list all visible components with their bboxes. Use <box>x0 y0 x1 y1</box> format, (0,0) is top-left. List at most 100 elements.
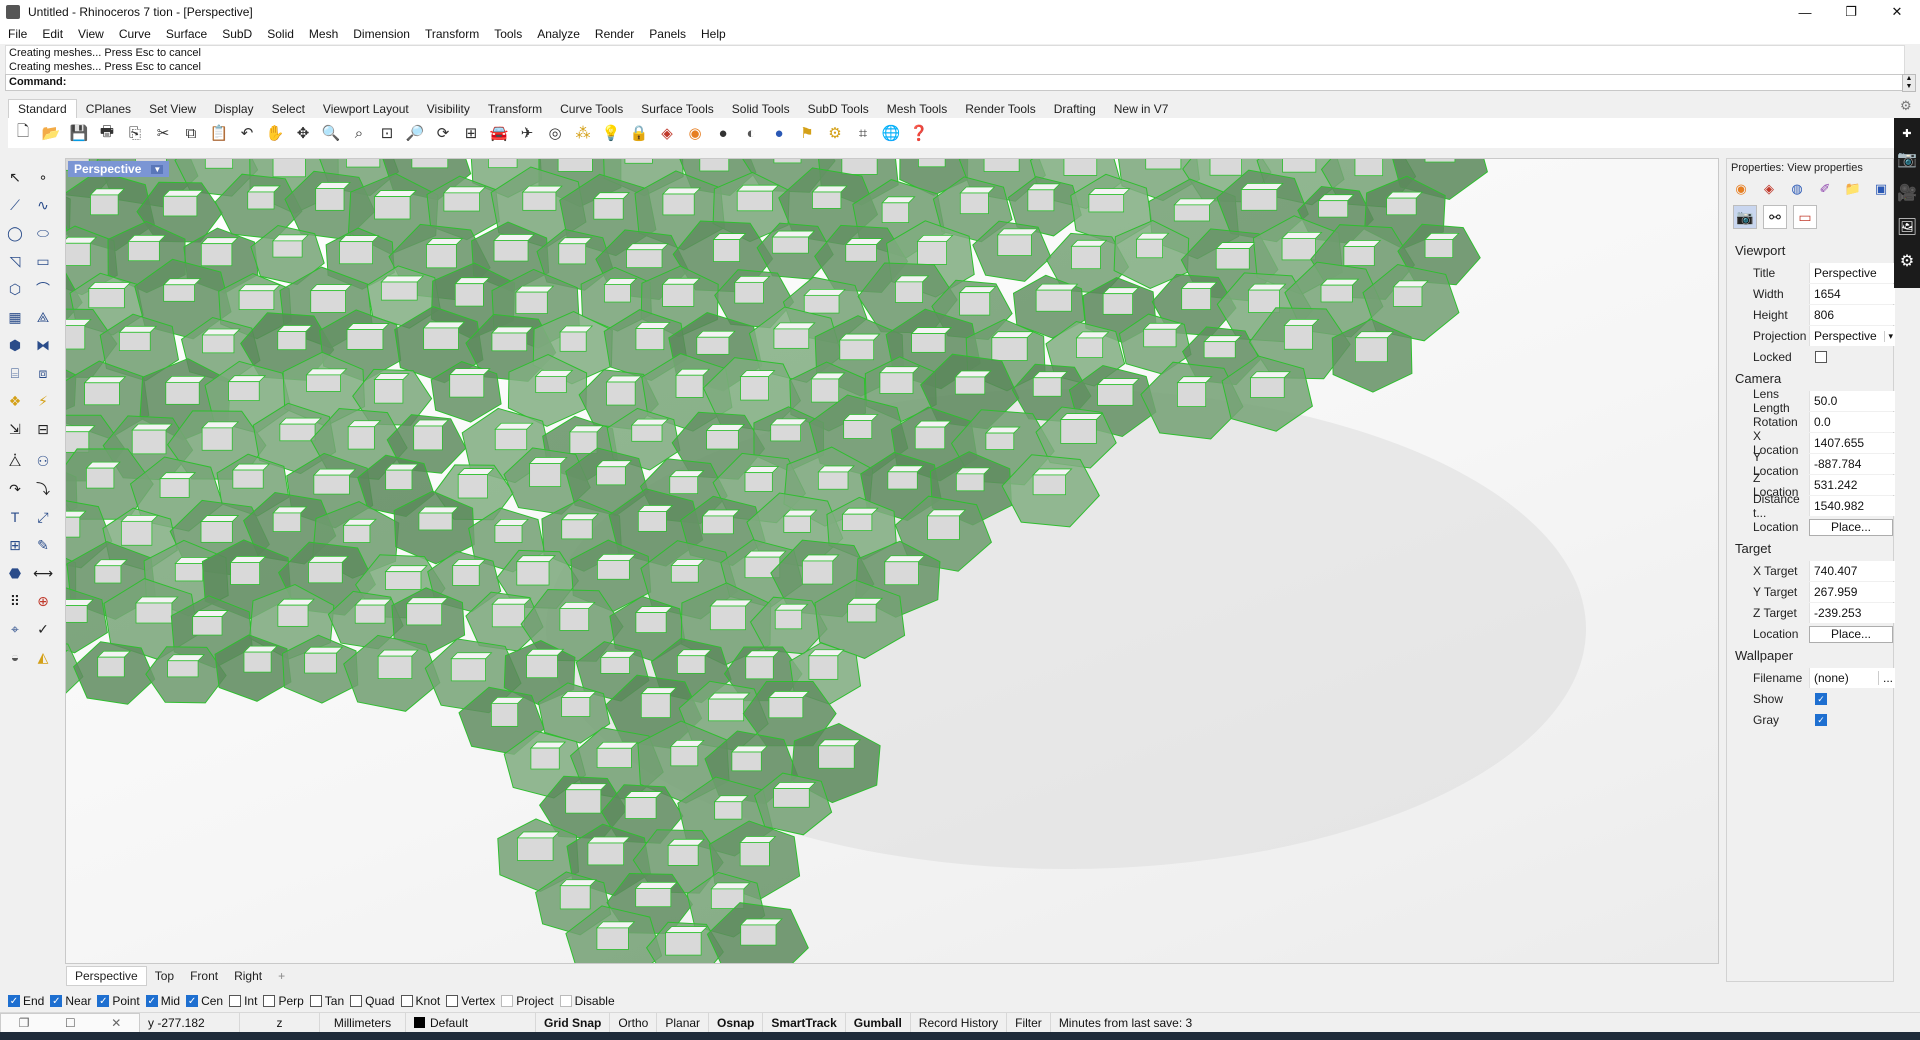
tab-subd-tools[interactable]: SubD Tools <box>799 100 878 118</box>
maximize-icon[interactable]: ☐ <box>65 1016 76 1030</box>
filter-toggle[interactable]: Filter <box>1007 1012 1051 1033</box>
dimension-icon[interactable]: ⟷ <box>32 562 54 584</box>
save-icon[interactable]: 💾 <box>68 122 90 144</box>
help-icon[interactable]: ❓ <box>908 122 930 144</box>
tab-mesh-tools[interactable]: Mesh Tools <box>878 100 956 118</box>
trim-icon[interactable]: ↷ <box>4 478 26 500</box>
tab-render-tools[interactable]: Render Tools <box>956 100 1045 118</box>
group-icon[interactable]: ⚇ <box>32 450 54 472</box>
tab-display[interactable]: Display <box>205 100 262 118</box>
color-wheel-icon[interactable]: ◉ <box>684 122 706 144</box>
planar-toggle[interactable]: Planar <box>657 1012 710 1033</box>
close-icon[interactable]: ✕ <box>111 1016 121 1030</box>
x-target-field[interactable]: 740.407 <box>1809 561 1895 581</box>
osnap-disable[interactable]: Disable <box>559 994 615 1008</box>
curve-icon[interactable]: ∿ <box>32 194 54 216</box>
place-camera-button[interactable]: Place... <box>1809 518 1893 536</box>
grid-snap-toggle[interactable]: Grid Snap <box>536 1012 611 1033</box>
lens-length-field[interactable]: 50.0 <box>1809 391 1895 411</box>
mirror-icon[interactable]: ⧊ <box>4 450 26 472</box>
open-icon[interactable]: 📂 <box>40 122 62 144</box>
array-icon[interactable]: ⊞ <box>4 534 26 556</box>
zoom-extents-icon[interactable]: ⊡ <box>376 122 398 144</box>
four-viewports-icon[interactable]: ⊞ <box>460 122 482 144</box>
maximize-button[interactable]: ❐ <box>1828 0 1874 24</box>
width-field[interactable]: 1654 <box>1809 284 1895 304</box>
osnap-perp[interactable]: Perp <box>263 994 304 1008</box>
environment-icon[interactable]: ◍ <box>1787 179 1807 199</box>
fillet-icon[interactable]: ⌒ <box>32 278 54 300</box>
car-icon[interactable]: 🚘 <box>488 122 510 144</box>
zoom-selected-icon[interactable]: 🔎 <box>404 122 426 144</box>
drape-icon[interactable]: ⚡ <box>32 390 54 412</box>
menu-tools[interactable]: Tools <box>494 27 522 41</box>
vp-tab-add-icon[interactable]: + <box>270 967 293 985</box>
gumball-icon[interactable]: ⊕ <box>32 590 54 612</box>
ellipse-icon[interactable]: ⬭ <box>32 222 54 244</box>
rotate-icon[interactable]: ✥ <box>292 122 314 144</box>
tab-drafting[interactable]: Drafting <box>1045 100 1105 118</box>
zoom-window-icon[interactable]: ⌕ <box>348 122 370 144</box>
folder-icon[interactable]: 📁 <box>1843 179 1863 199</box>
flag-icon[interactable]: ⚑ <box>796 122 818 144</box>
rotation-field[interactable]: 0.0 <box>1809 412 1895 432</box>
mesh-icon[interactable]: ❖ <box>4 390 26 412</box>
menu-transform[interactable]: Transform <box>425 27 479 41</box>
align-icon[interactable]: ⊟ <box>32 418 54 440</box>
globe-icon[interactable]: 🌐 <box>880 122 902 144</box>
gear-icon[interactable]: ⚙ <box>1900 244 1914 278</box>
video-icon[interactable]: 🎥 <box>1897 176 1917 210</box>
render-icon[interactable]: ◒ <box>4 646 26 668</box>
title-field[interactable]: Perspective <box>1809 263 1895 283</box>
circle-icon[interactable]: ◯ <box>4 222 26 244</box>
z-location-field[interactable]: 531.242 <box>1809 475 1895 495</box>
camera-icon[interactable]: 📷 <box>1733 205 1757 229</box>
print-icon[interactable]: 🖶 <box>96 122 118 144</box>
units-display[interactable]: Millimeters <box>320 1012 406 1033</box>
loft-icon[interactable]: ⟁ <box>32 306 54 328</box>
vp-tab-top[interactable]: Top <box>147 967 182 985</box>
command-scroll-button[interactable]: ▲ ▼ <box>1902 74 1916 92</box>
surface-icon[interactable]: ▦ <box>4 306 26 328</box>
minimize-button[interactable]: — <box>1782 0 1828 24</box>
boolean-icon[interactable]: ⧓ <box>32 334 54 356</box>
osnap-toggle[interactable]: Osnap <box>709 1012 764 1033</box>
menu-subd[interactable]: SubD <box>222 27 252 41</box>
vp-tab-perspective[interactable]: Perspective <box>66 966 147 986</box>
text-icon[interactable]: T <box>4 506 26 528</box>
pan-icon[interactable]: ✋ <box>264 122 286 144</box>
z-target-field[interactable]: -239.253 <box>1809 603 1895 623</box>
command-input[interactable]: Command: <box>5 74 1905 91</box>
pin-icon[interactable]: ✚ <box>1902 124 1911 142</box>
lock-icon[interactable]: 🔒 <box>628 122 650 144</box>
menu-help[interactable]: Help <box>701 27 726 41</box>
locked-checkbox[interactable] <box>1815 351 1827 363</box>
cut-icon[interactable]: ✂ <box>152 122 174 144</box>
tab-new-in-v7[interactable]: New in V7 <box>1105 100 1178 118</box>
browse-button[interactable]: ... <box>1877 671 1893 685</box>
copy-icon[interactable]: ⧉ <box>180 122 202 144</box>
vp-tab-right[interactable]: Right <box>226 967 270 985</box>
menu-dimension[interactable]: Dimension <box>353 27 410 41</box>
menu-solid[interactable]: Solid <box>267 27 294 41</box>
menu-render[interactable]: Render <box>595 27 634 41</box>
target-icon[interactable]: ◎ <box>544 122 566 144</box>
tab-visibility[interactable]: Visibility <box>418 100 479 118</box>
import-icon[interactable]: ⎘ <box>124 122 146 144</box>
gray-checkbox[interactable]: ✓ <box>1815 714 1827 726</box>
distance-field[interactable]: 1540.982 <box>1809 496 1895 516</box>
undo-icon[interactable]: ↶ <box>236 122 258 144</box>
ortho-toggle[interactable]: Ortho <box>610 1012 658 1033</box>
menu-curve[interactable]: Curve <box>119 27 151 41</box>
camera-icon[interactable]: 📷 <box>1897 142 1917 176</box>
menu-file[interactable]: File <box>8 27 27 41</box>
grid-icon[interactable]: ⌗ <box>852 122 874 144</box>
edit-icon[interactable]: ✎ <box>32 534 54 556</box>
y-target-field[interactable]: 267.959 <box>1809 582 1895 602</box>
place-target-button[interactable]: Place... <box>1809 625 1893 643</box>
close-button[interactable]: ✕ <box>1874 0 1920 24</box>
sphere-shaded-icon[interactable]: ● <box>712 122 734 144</box>
bulb-icon[interactable]: 💡 <box>600 122 622 144</box>
zoom-icon[interactable]: 🔍 <box>320 122 342 144</box>
analyze-icon[interactable]: ⌖ <box>4 618 26 640</box>
